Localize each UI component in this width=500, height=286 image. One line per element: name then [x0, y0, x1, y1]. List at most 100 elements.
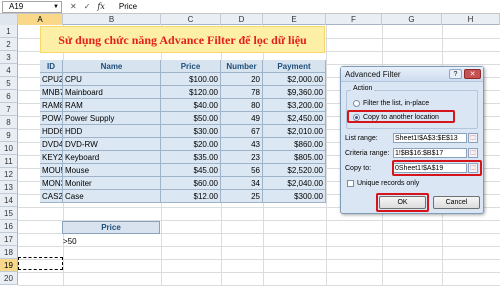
table-cell[interactable]: $100.00 [161, 73, 221, 86]
copy-to-marquee[interactable] [18, 257, 63, 270]
row-header[interactable]: 3 [0, 51, 18, 64]
table-header-cell[interactable]: Price [161, 60, 221, 73]
table-cell[interactable]: $12.00 [161, 190, 221, 203]
row-header[interactable]: 17 [0, 233, 18, 246]
row-header[interactable]: 14 [0, 194, 18, 207]
table-cell[interactable]: $2,040.00 [263, 177, 326, 190]
row-header[interactable]: 16 [0, 220, 18, 233]
table-cell[interactable]: $860.00 [263, 138, 326, 151]
table-cell[interactable]: POW49 [40, 112, 63, 125]
close-icon[interactable]: ✕ [464, 69, 481, 79]
criteria-range-input[interactable]: 1!$B$16:$B$17 [393, 148, 467, 158]
table-cell[interactable]: Keyboard [63, 151, 161, 164]
filter-in-place-option[interactable]: Filter the list, in-place [353, 100, 429, 107]
row-header[interactable]: 9 [0, 129, 18, 142]
cancel-button[interactable]: Cancel [433, 196, 480, 209]
row-header[interactable]: 12 [0, 168, 18, 181]
table-cell[interactable]: $20.00 [161, 138, 221, 151]
table-cell[interactable]: KEY23 [40, 151, 63, 164]
column-header[interactable]: A [18, 14, 63, 25]
column-header[interactable]: E [263, 14, 326, 25]
table-cell[interactable]: DVD-RW [63, 138, 161, 151]
column-header[interactable]: H [442, 14, 500, 25]
table-cell[interactable]: 80 [221, 99, 263, 112]
table-cell[interactable]: $300.00 [263, 190, 326, 203]
table-cell[interactable]: 20 [221, 73, 263, 86]
table-cell[interactable]: CPU [63, 73, 161, 86]
table-cell[interactable]: Mainboard [63, 86, 161, 99]
table-cell[interactable]: DVD43 [40, 138, 63, 151]
row-header[interactable]: 6 [0, 90, 18, 103]
row-header[interactable]: 10 [0, 142, 18, 155]
table-cell[interactable]: 49 [221, 112, 263, 125]
table-cell[interactable]: $35.00 [161, 151, 221, 164]
table-cell[interactable]: MNB78 [40, 86, 63, 99]
table-cell[interactable]: 25 [221, 190, 263, 203]
column-header[interactable]: D [221, 14, 263, 25]
select-all-corner[interactable] [0, 14, 18, 25]
table-cell[interactable]: $2,520.00 [263, 164, 326, 177]
row-header[interactable]: 2 [0, 38, 18, 51]
table-header-cell[interactable]: Number [221, 60, 263, 73]
row-header[interactable]: 19 [0, 259, 18, 272]
column-header[interactable]: G [382, 14, 442, 25]
row-header[interactable]: 15 [0, 207, 18, 220]
table-cell[interactable]: $60.00 [161, 177, 221, 190]
row-header[interactable]: 20 [0, 272, 18, 285]
table-cell[interactable]: $3,200.00 [263, 99, 326, 112]
table-cell[interactable]: $40.00 [161, 99, 221, 112]
table-cell[interactable]: HDD67 [40, 125, 63, 138]
radio-icon[interactable] [353, 100, 360, 107]
row-header[interactable]: 18 [0, 246, 18, 259]
table-cell[interactable]: 56 [221, 164, 263, 177]
table-cell[interactable]: Mouse [63, 164, 161, 177]
table-cell[interactable]: HDD [63, 125, 161, 138]
table-cell[interactable]: Case [63, 190, 161, 203]
table-header-cell[interactable]: Name [63, 60, 161, 73]
enter-icon[interactable]: ✓ [84, 2, 91, 11]
unique-records-option[interactable]: Unique records only [347, 180, 419, 187]
table-cell[interactable]: MON34 [40, 177, 63, 190]
name-box[interactable]: A19 ▼ [2, 0, 62, 13]
table-cell[interactable]: 43 [221, 138, 263, 151]
table-cell[interactable]: 78 [221, 86, 263, 99]
table-cell[interactable]: CPU20 [40, 73, 63, 86]
table-cell[interactable]: RAM [63, 99, 161, 112]
row-header[interactable]: 11 [0, 155, 18, 168]
range-picker-icon[interactable]: ⬚ [468, 148, 478, 158]
table-cell[interactable]: RAM80 [40, 99, 63, 112]
list-range-input[interactable]: Sheet1!$A$3:$E$13 [393, 133, 467, 143]
table-cell[interactable]: $50.00 [161, 112, 221, 125]
table-cell[interactable]: $120.00 [161, 86, 221, 99]
help-icon[interactable]: ? [449, 69, 462, 79]
row-header[interactable]: 4 [0, 64, 18, 77]
checkbox-icon[interactable] [347, 180, 354, 187]
table-cell[interactable]: 67 [221, 125, 263, 138]
table-cell[interactable]: $805.00 [263, 151, 326, 164]
table-cell[interactable]: $45.00 [161, 164, 221, 177]
table-cell[interactable]: $2,000.00 [263, 73, 326, 86]
table-cell[interactable]: 23 [221, 151, 263, 164]
row-header[interactable]: 13 [0, 181, 18, 194]
criteria-value-cell[interactable]: >50 [63, 235, 77, 248]
row-header[interactable]: 1 [0, 25, 18, 38]
dialog-titlebar[interactable]: Advanced Filter ? ✕ [341, 67, 483, 82]
column-header[interactable]: C [161, 14, 221, 25]
column-header[interactable]: F [326, 14, 382, 25]
row-header[interactable]: 5 [0, 77, 18, 90]
table-cell[interactable]: MOU56 [40, 164, 63, 177]
table-cell[interactable]: CAS25 [40, 190, 63, 203]
range-picker-icon[interactable]: ⬚ [468, 133, 478, 143]
table-header-cell[interactable]: Payment [263, 60, 326, 73]
table-cell[interactable]: $9,360.00 [263, 86, 326, 99]
table-cell[interactable]: $30.00 [161, 125, 221, 138]
formula-input[interactable]: Price [115, 1, 500, 13]
cancel-icon[interactable]: ✕ [70, 2, 77, 11]
table-cell[interactable]: $2,450.00 [263, 112, 326, 125]
insert-function-icon[interactable]: fx [97, 2, 104, 11]
row-header[interactable]: 8 [0, 116, 18, 129]
row-header[interactable]: 7 [0, 103, 18, 116]
table-cell[interactable]: $2,010.00 [263, 125, 326, 138]
table-cell[interactable]: 34 [221, 177, 263, 190]
table-header-cell[interactable]: ID [40, 60, 63, 73]
